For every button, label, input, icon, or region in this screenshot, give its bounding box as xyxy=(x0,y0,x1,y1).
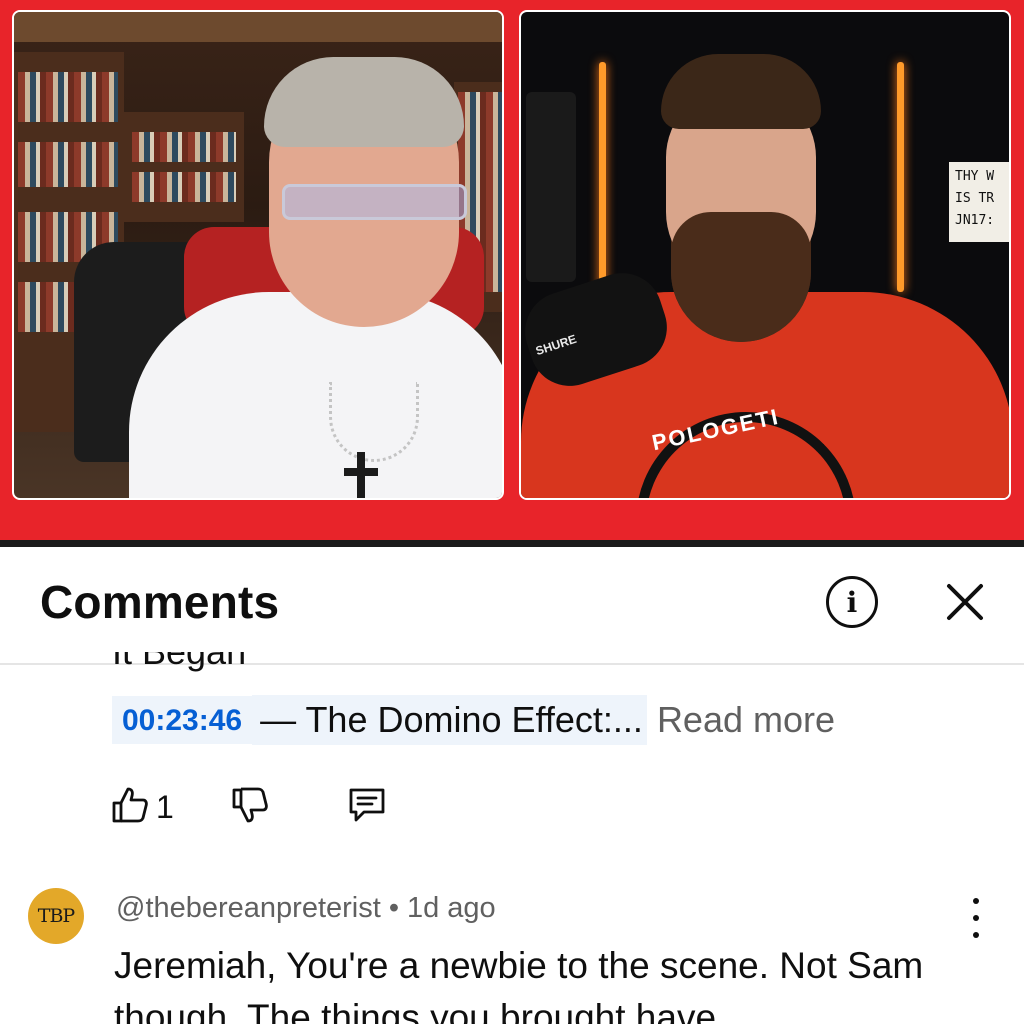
like-count: 1 xyxy=(156,788,174,825)
cut-off-text: It Began xyxy=(112,652,246,672)
neon-light-right xyxy=(897,62,904,292)
more-options-icon[interactable] xyxy=(958,898,994,938)
cut-off-comment-text: It Began xyxy=(112,652,246,680)
mic-stand xyxy=(526,92,576,282)
ceiling-beam xyxy=(14,12,502,42)
comments-header: Comments i xyxy=(0,547,1024,665)
books xyxy=(18,282,78,332)
sign-line: THY W xyxy=(955,169,995,184)
thumbs-down-icon xyxy=(230,785,270,830)
cabinet xyxy=(124,112,244,222)
comment-body-line: 00:23:46 — The Domino Effect:... Read mo… xyxy=(112,694,835,746)
comment-actions: 1 xyxy=(110,782,388,832)
chapter-text: — The Domino Effect:... xyxy=(252,695,647,745)
glasses xyxy=(282,184,467,220)
avatar[interactable]: TBP xyxy=(28,888,84,944)
books xyxy=(18,72,118,122)
person-right-hair xyxy=(661,54,821,129)
thumbs-up-icon xyxy=(110,785,150,830)
person-left-shirt xyxy=(129,292,502,498)
sign-line: JN17: xyxy=(955,213,995,228)
right-participant-feed: THY W IS TR JN17: POLOGETI SHURE xyxy=(519,10,1011,500)
panel-title: Comments xyxy=(40,576,280,628)
comments-panel: Comments i It Began 00:23:46 — The Domin… xyxy=(0,547,1024,1024)
lightbox-sign: THY W IS TR JN17: xyxy=(949,162,1009,242)
video-bottom-stripe xyxy=(0,540,1024,547)
dislike-button[interactable] xyxy=(230,785,270,830)
left-participant-feed xyxy=(12,10,504,500)
comment-text: Jeremiah, You're a newbie to the scene. … xyxy=(114,945,924,1024)
books xyxy=(18,142,118,187)
close-icon[interactable] xyxy=(940,577,990,627)
reply-button[interactable] xyxy=(346,784,388,831)
comment-meta: @thebereanpreterist • 1d ago xyxy=(116,892,496,925)
cross-pendant-bar xyxy=(344,468,378,476)
meta-separator: • xyxy=(388,892,399,924)
read-more-link[interactable]: Read more xyxy=(657,699,835,741)
comment-age: 1d ago xyxy=(406,892,496,924)
books xyxy=(132,172,236,202)
reply-icon xyxy=(346,784,388,831)
like-button[interactable]: 1 xyxy=(110,785,174,830)
timestamp-link[interactable]: 00:23:46 xyxy=(112,696,253,744)
books xyxy=(132,132,236,162)
video-player[interactable]: THY W IS TR JN17: POLOGETI SHURE xyxy=(0,0,1024,547)
sign-line: IS TR xyxy=(955,191,995,206)
cross-pendant xyxy=(357,452,365,498)
author-handle[interactable]: @thebereanpreterist xyxy=(116,892,381,924)
neon-light-left xyxy=(599,62,606,292)
person-left-hair xyxy=(264,57,464,147)
info-icon[interactable]: i xyxy=(826,576,878,628)
